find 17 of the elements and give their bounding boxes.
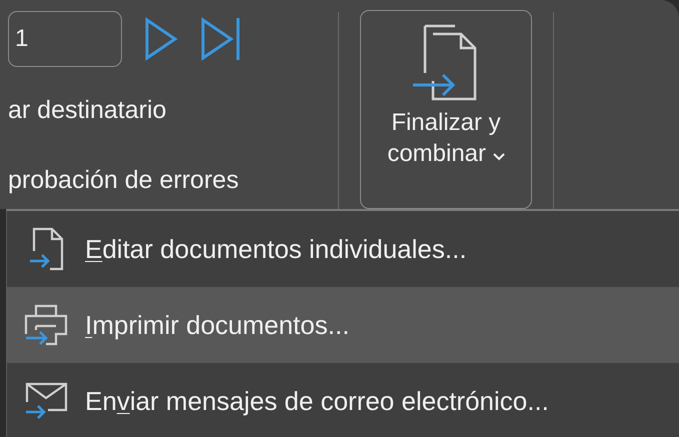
menu-item[interactable]: Editar documentos individuales...	[7, 211, 679, 287]
menu-item[interactable]: Imprimir documentos...	[7, 287, 679, 363]
printer-arrow-icon	[24, 304, 68, 346]
record-number-field[interactable]: 1	[8, 11, 122, 67]
menu-item[interactable]: Enviar mensajes de correo electrónico...	[7, 363, 679, 437]
finish-merge-button[interactable]: Finalizar y combinar	[360, 10, 532, 209]
last-record-icon[interactable]	[200, 17, 242, 61]
merge-document-icon	[412, 24, 476, 100]
menu-item-label: Imprimir documentos...	[85, 310, 350, 340]
menu-item-label: Enviar mensajes de correo electrónico...	[85, 386, 549, 416]
chevron-down-icon	[492, 153, 505, 161]
ribbon-command[interactable]: probación de errores	[8, 162, 338, 198]
menu-item-label: Editar documentos individuales...	[85, 234, 467, 264]
document-arrow-icon	[28, 227, 64, 271]
next-record-icon[interactable]	[144, 17, 178, 61]
ribbon-command[interactable]: ar destinatario	[8, 92, 338, 128]
envelope-arrow-icon	[24, 382, 68, 420]
